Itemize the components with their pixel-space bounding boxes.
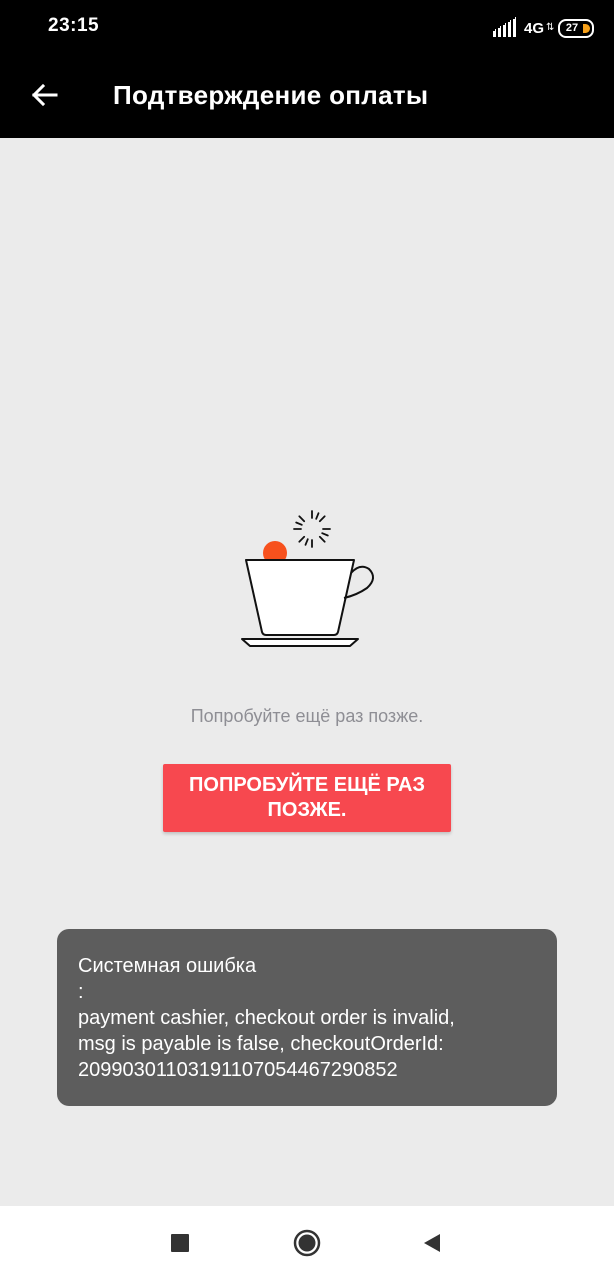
battery-icon: 27 [558,18,594,38]
toast-order-id: 20990301103191107054467290852 [78,1059,398,1081]
retry-button-label-line2: ПОЗЖЕ. [267,799,347,821]
network-type: 4G [523,19,544,37]
retry-button[interactable]: ПОПРОБУЙТЕ ЕЩЁ РАЗ ПОЗЖЕ. [163,764,451,832]
toast-line: msg is payable is false, checkoutOrderId… [78,1033,444,1055]
system-back-button[interactable] [415,1226,449,1260]
hint-text: Попробуйте ещё раз позже. [190,706,424,726]
recents-button[interactable] [163,1226,197,1260]
arrow-left-icon [31,83,58,107]
page-title: Подтверждение оплаты [113,80,429,110]
status-bar: 23:15 4G ⇅ 27 [0,0,614,56]
back-button[interactable] [22,73,66,117]
home-button[interactable] [290,1226,324,1260]
main-content: Попробуйте ещё раз позже. ПОПРОБУЙТЕ ЕЩЁ… [0,138,614,1206]
signal-icon [492,17,518,37]
toast-colon: : [78,981,84,1003]
square-icon [171,1234,189,1252]
status-icons: 4G ⇅ 27 [492,16,594,40]
battery-level: 27 [565,21,579,34]
toast-title: Системная ошибка [78,955,257,977]
battery-fill [583,23,590,33]
system-nav-bar [0,1206,614,1280]
data-activity-icon: ⇅ [546,22,555,33]
error-toast: Системная ошибка : payment cashier, chec… [57,929,557,1106]
coffee-cup-icon [241,510,374,647]
status-time: 23:15 [48,15,100,36]
circle-icon [293,1229,321,1257]
toast-line: payment cashier, checkout order is inval… [78,1007,455,1029]
triangle-back-icon [424,1234,440,1252]
app-bar: Подтверждение оплаты [0,56,614,138]
retry-button-label: ПОПРОБУЙТЕ ЕЩЁ РАЗ [189,774,425,796]
